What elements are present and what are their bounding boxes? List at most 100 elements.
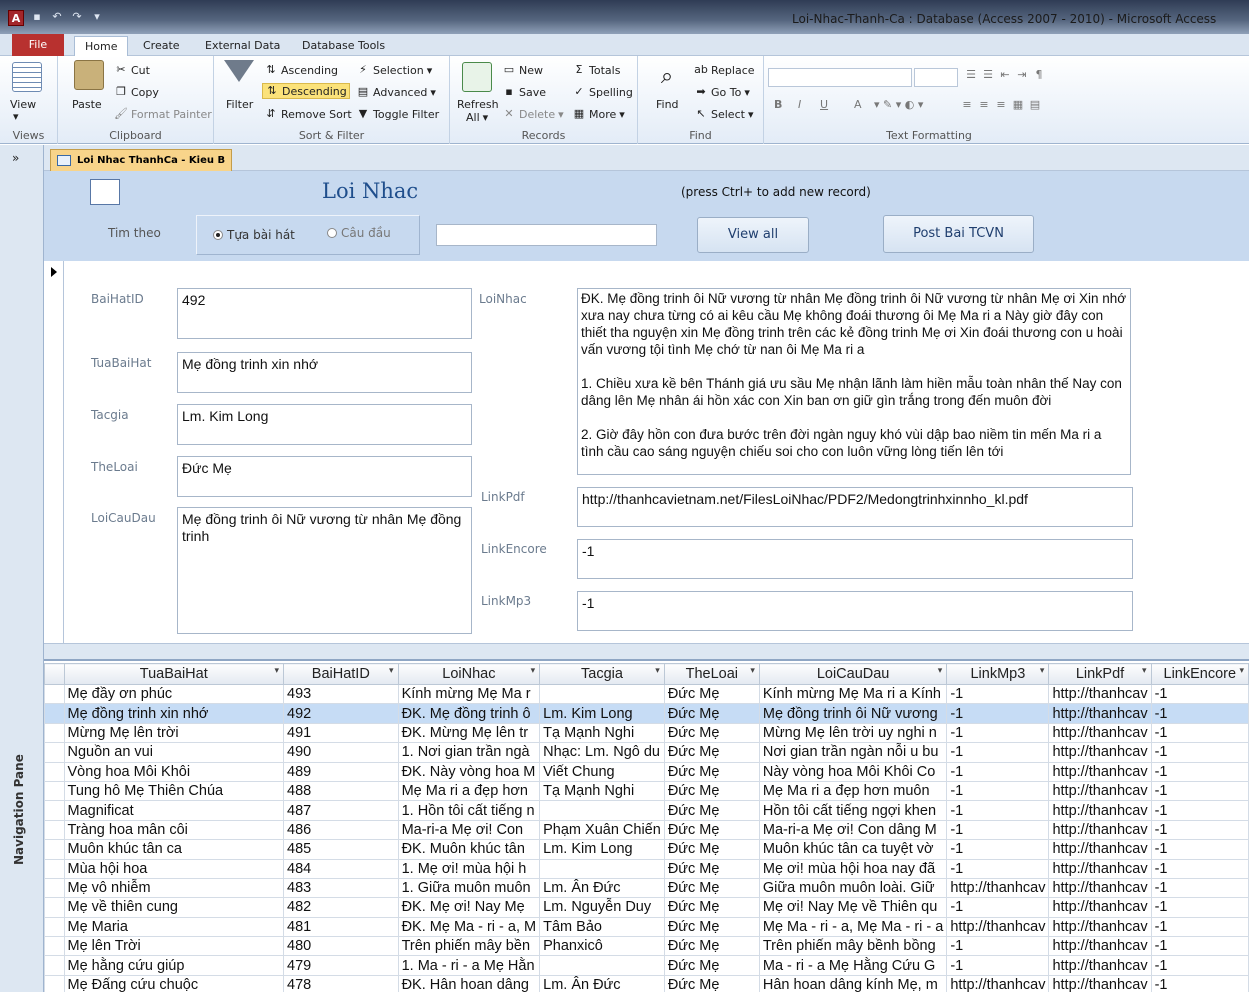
table-cell[interactable]: http://thanhcav [1048,877,1152,899]
table-cell[interactable]: Trên phiến mây bền [397,936,541,957]
view-all-button[interactable]: View all [697,217,809,253]
table-cell[interactable]: Muôn khúc tân ca [63,839,285,860]
field-linkencore[interactable]: -1 [577,539,1133,579]
table-cell[interactable]: http://thanhcav [1048,742,1152,763]
table-cell[interactable]: -1 [946,722,1050,744]
table-cell[interactable]: -1 [1150,974,1249,992]
row-selector[interactable] [44,955,65,976]
table-cell[interactable]: Tạ Mạnh Nghi [539,722,665,744]
table-cell[interactable]: Lm. Kim Long [539,703,665,724]
table-cell[interactable]: 488 [283,780,399,802]
tab-external-data[interactable]: External Data [195,36,290,56]
underline-button[interactable]: U [820,98,828,111]
table-cell[interactable]: 491 [283,722,399,744]
table-cell[interactable]: -1 [1150,955,1249,976]
table-cell[interactable] [539,683,665,705]
delete-record-button[interactable]: ✕ Delete ▾ [502,107,563,121]
table-cell[interactable]: Mùa hội hoa [63,858,285,879]
table-cell[interactable]: Mẹ ơi! Nay Mẹ về Thiên qu [758,897,948,918]
table-cell[interactable]: -1 [1150,800,1249,821]
table-cell[interactable]: Magnificat [63,800,285,821]
table-cell[interactable]: 486 [283,819,399,841]
totals-button[interactable]: Σ Totals [572,63,621,77]
table-cell[interactable]: -1 [1150,897,1249,918]
table-cell[interactable]: -1 [946,703,1050,724]
table-cell[interactable]: -1 [1150,916,1249,938]
more-button[interactable]: ▦ More ▾ [572,107,625,121]
table-cell[interactable]: ĐK. Này vòng hoa M [397,761,541,782]
table-cell[interactable]: -1 [1150,703,1249,724]
refresh-all-button[interactable]: Refresh [457,98,499,111]
table-cell[interactable]: Giữa muôn muôn loài. Giữ [758,877,948,899]
chevron-down-icon[interactable]: ▾ [1142,665,1147,676]
access-app-icon[interactable]: A [8,10,24,26]
table-cell[interactable]: http://thanhcav [1048,839,1152,860]
row-selector[interactable] [44,974,65,992]
table-row[interactable]: Tung hô Mẹ Thiên Chúa 488 Mẹ Ma ri a đẹp h… [44,780,1249,802]
chevron-down-icon[interactable]: ▾ [655,665,660,676]
table-cell[interactable]: 479 [283,955,399,976]
table-cell[interactable]: -1 [946,936,1050,957]
table-cell[interactable]: 1. Mẹ ơi! mùa hội h [397,858,541,879]
table-cell[interactable]: Đức Mẹ [663,819,760,841]
table-cell[interactable]: Mẹ Đấng cứu chuộc [63,974,285,992]
table-cell[interactable]: -1 [1150,877,1249,899]
table-cell[interactable]: 485 [283,839,399,860]
table-cell[interactable]: Mẹ đồng trinh xin nhớ [63,703,285,724]
table-row[interactable]: Mẹ hằng cứu giúp 479 1. Ma - ri - a Mẹ Hằn… [44,955,1249,976]
column-header[interactable]: LinkEncore ▾ [1150,663,1249,685]
table-cell[interactable]: Lm. Ân Đức [539,877,665,899]
field-tacgia[interactable]: Lm. Kim Long [177,404,472,445]
table-cell[interactable]: Mừng Mẹ lên trời uy nghi n [758,722,948,744]
chevron-down-icon[interactable]: ▾ [1040,665,1045,676]
table-cell[interactable]: -1 [946,761,1050,782]
table-cell[interactable]: -1 [946,839,1050,860]
table-row[interactable]: Mùa hội hoa 484 1. Mẹ ơi! mùa hội h Đức Mẹ M… [44,858,1249,879]
advanced-button[interactable]: ▤ Advanced ▾ [356,85,436,99]
split-form-divider[interactable] [44,643,1249,661]
undo-icon[interactable]: ↶ [50,10,64,24]
table-cell[interactable]: Nơi gian trần ngàn nỗi u bu [758,742,948,763]
table-row[interactable]: Mẹ lên Trời 480 Trên phiến mây bền Phanxicô… [44,936,1249,957]
refresh-all-label[interactable]: All ▾ [466,111,488,124]
navigation-pane[interactable]: » Navigation Pane [0,145,44,992]
spelling-button[interactable]: ✓ Spelling [572,85,632,99]
table-cell[interactable]: -1 [1150,742,1249,763]
find-button[interactable]: Find [656,98,679,111]
table-cell[interactable]: Mẹ lên Trời [63,936,285,957]
expand-nav-icon[interactable]: » [12,151,19,165]
row-selector[interactable] [44,936,65,957]
field-loinhac[interactable]: ĐK. Mẹ đồng trinh ôi Nữ vương từ nhân Mẹ… [577,288,1131,475]
table-cell[interactable]: http://thanhcav [1048,780,1152,802]
table-cell[interactable]: Ma-ri-a Mẹ ơi! Con dâng M [758,819,948,841]
table-cell[interactable] [539,800,665,821]
save-record-button[interactable]: ▪ Save [502,85,546,99]
table-cell[interactable]: http://thanhcav [1048,916,1152,938]
table-cell[interactable] [539,858,665,879]
table-cell[interactable]: Ma - ri - a Mẹ Hằng Cứu G [758,955,948,976]
table-cell[interactable]: Mẹ Ma ri a đẹp hơn muôn [758,780,948,802]
ascending-button[interactable]: ⇅ Ascending [264,63,338,77]
column-header[interactable]: TheLoai ▾ [663,663,760,685]
table-cell[interactable]: http://thanhcav [1048,683,1152,705]
field-baihatid[interactable]: 492 [177,288,472,339]
table-cell[interactable]: Lm. Nguyễn Duy [539,897,665,918]
table-row[interactable]: Mừng Mẹ lên trời 491 ĐK. Mừng Mẹ lên tr Tạ … [44,722,1249,744]
table-cell[interactable]: http://thanhcav [1048,858,1152,879]
font-size-combo[interactable] [914,68,958,87]
cut-button[interactable]: ✂ Cut [114,63,150,77]
table-cell[interactable]: Đức Mẹ [663,780,760,802]
align-buttons[interactable]: ≡ ≡ ≡ ▦ ▤ [960,98,1042,112]
record-selector[interactable] [44,261,64,643]
table-cell[interactable]: -1 [1150,722,1249,744]
table-cell[interactable]: Mẹ đầy ơn phúc [63,683,285,705]
table-cell[interactable]: Mẹ Ma ri a đẹp hơn [397,780,541,802]
italic-button[interactable]: I [798,98,801,111]
table-cell[interactable]: http://thanhcav [1048,819,1152,841]
table-row[interactable]: Tràng hoa mân côi 486 Ma-ri-a Mẹ ơi! Con Ph… [44,819,1249,841]
table-cell[interactable]: 482 [283,897,399,918]
table-cell[interactable]: ĐK. Muôn khúc tân [397,839,541,860]
toggle-filter-button[interactable]: ▼ Toggle Filter [356,107,439,121]
paste-button[interactable]: Paste [72,98,102,111]
table-cell[interactable]: Trên phiến mây bềnh bồng [758,936,948,957]
